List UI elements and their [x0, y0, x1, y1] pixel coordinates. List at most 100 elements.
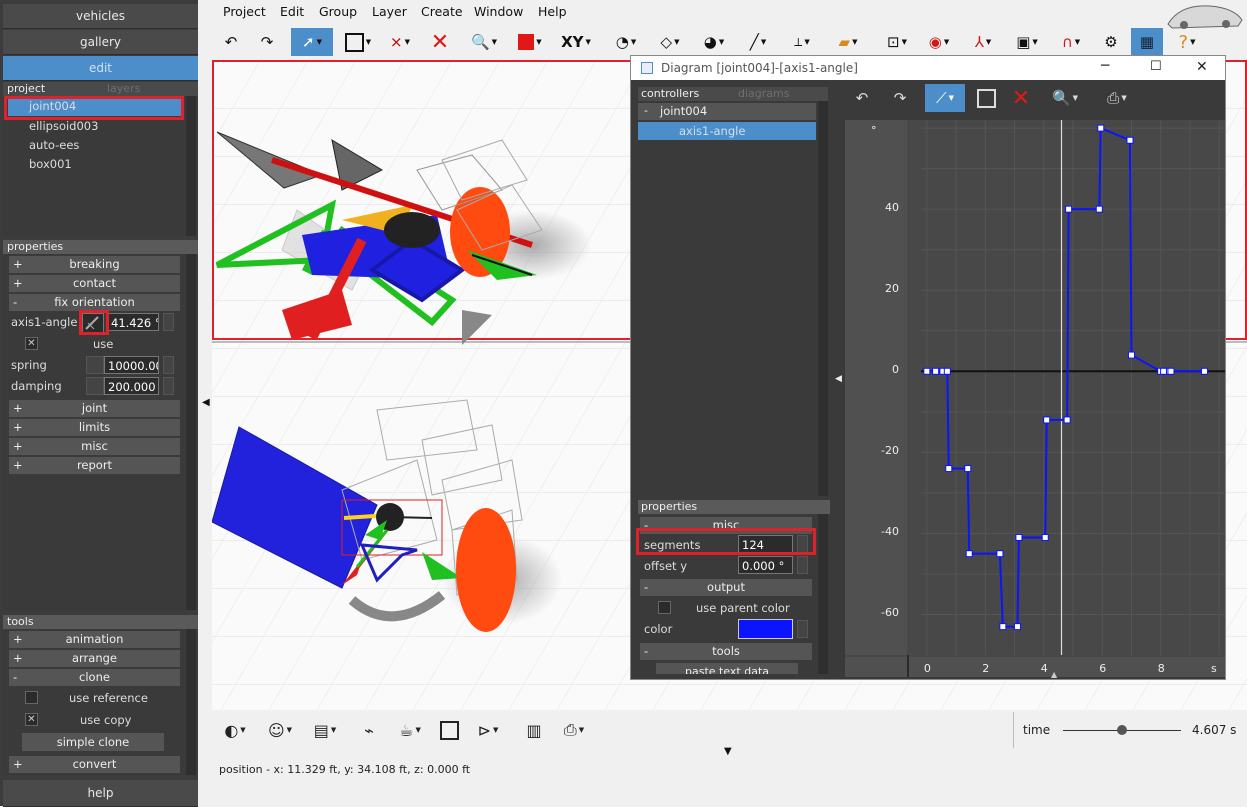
- time-marker-arrow-icon[interactable]: ▲: [1051, 670, 1057, 679]
- diagram-delete-icon[interactable]: ✕: [1007, 84, 1035, 112]
- paste-text-data-button[interactable]: paste text data: [656, 663, 798, 674]
- limits-row[interactable]: + limits: [9, 419, 180, 436]
- maximize-icon[interactable]: ☐: [1150, 55, 1162, 79]
- axes-icon[interactable]: ⅄ ▼: [966, 28, 1000, 56]
- offset-y-field[interactable]: 0.000 °: [738, 556, 793, 574]
- notes-icon[interactable]: ▥: [520, 716, 548, 744]
- convert-row[interactable]: + convert: [9, 756, 180, 773]
- use-parent-color-checkbox[interactable]: [658, 601, 671, 614]
- menu-layer[interactable]: Layer: [372, 4, 407, 19]
- expand-down-arrow-icon[interactable]: ▼: [724, 746, 732, 757]
- tree-row-axis1-angle[interactable]: axis1-angle: [638, 122, 816, 140]
- animation-row[interactable]: + animation: [9, 631, 180, 648]
- delete-icon[interactable]: ✕: [426, 28, 454, 56]
- diagram-draw-curve-icon[interactable]: ⟋ ▼: [925, 84, 965, 112]
- shape-icon[interactable]: ◇ ▼: [652, 28, 688, 56]
- use-checkbox[interactable]: ✕: [25, 337, 38, 350]
- camera-icon[interactable]: ▣ ▼: [1010, 28, 1044, 56]
- controllers-scrollbar[interactable]: [818, 101, 828, 496]
- remove-link-icon[interactable]: ⨯ ▼: [383, 28, 417, 56]
- square-icon[interactable]: [436, 716, 462, 744]
- splitter-arrow-icon[interactable]: ◀: [835, 374, 842, 384]
- properties-scrollbar[interactable]: [186, 254, 196, 610]
- diagram-print-icon[interactable]: ⎙ ▼: [1097, 84, 1137, 112]
- output-row[interactable]: - output: [640, 579, 812, 596]
- help-button[interactable]: help: [3, 780, 198, 807]
- time-slider-track[interactable]: [1063, 725, 1181, 735]
- dial-icon[interactable]: ◕ ▼: [696, 28, 732, 56]
- contact-row[interactable]: + contact: [9, 275, 180, 292]
- tab-project[interactable]: project: [7, 82, 45, 95]
- shading-icon[interactable]: ◐ ▼: [216, 716, 254, 744]
- collapse-left-arrow-icon[interactable]: ◀: [202, 397, 210, 408]
- color-swatch[interactable]: [738, 619, 793, 639]
- minimize-icon[interactable]: ─: [1101, 54, 1109, 78]
- report-row[interactable]: + report: [9, 457, 180, 474]
- axis1-angle-field[interactable]: 41.426 °: [107, 313, 159, 331]
- xy-plane-icon[interactable]: XY ▼: [556, 28, 596, 56]
- undo-icon[interactable]: ↶: [218, 28, 244, 56]
- menu-group[interactable]: Group: [319, 4, 357, 19]
- diagram-tools-row[interactable]: - tools: [640, 643, 812, 660]
- gallery-button[interactable]: gallery: [3, 30, 198, 55]
- spring-field[interactable]: 10000.000: [104, 356, 159, 374]
- diagram-properties-scrollbar[interactable]: [818, 514, 828, 674]
- menu-help[interactable]: Help: [538, 4, 567, 19]
- spring-spinner[interactable]: [163, 356, 174, 374]
- curve-editor-icon[interactable]: ⌁: [355, 716, 383, 744]
- color-spinner[interactable]: [797, 620, 808, 638]
- time-slider-thumb[interactable]: [1117, 725, 1127, 735]
- damping-controller-slot[interactable]: [86, 377, 104, 395]
- diagram-undo-icon[interactable]: ↶: [847, 84, 877, 112]
- arrange-row[interactable]: + arrange: [9, 650, 180, 667]
- project-item-auto-ees[interactable]: auto-ees: [29, 136, 79, 154]
- vehicles-button[interactable]: vehicles: [3, 4, 198, 29]
- diagram-zoom-icon[interactable]: 🔍 ▼: [1045, 84, 1085, 112]
- tab-layers[interactable]: layers: [107, 82, 140, 95]
- tools-scrollbar[interactable]: [186, 629, 196, 775]
- tree-row-joint004[interactable]: - joint004: [638, 103, 816, 120]
- edit-button[interactable]: edit: [3, 56, 198, 81]
- offset-y-spinner[interactable]: [797, 556, 808, 574]
- layout-icon[interactable]: ▤ ▼: [306, 716, 344, 744]
- menu-create[interactable]: Create: [421, 4, 463, 19]
- simple-clone-button[interactable]: simple clone: [22, 733, 164, 751]
- damping-spinner[interactable]: [163, 377, 174, 395]
- project-item-box001[interactable]: box001: [29, 155, 72, 173]
- menu-window[interactable]: Window: [474, 4, 523, 19]
- red-cube-icon[interactable]: ▼: [512, 28, 548, 56]
- fix-orientation-row[interactable]: - fix orientation: [9, 294, 180, 311]
- clone-row[interactable]: - clone: [9, 669, 180, 686]
- menu-project[interactable]: Project: [223, 4, 266, 19]
- line-icon[interactable]: ╱ ▼: [740, 28, 776, 56]
- tab-diagrams[interactable]: diagrams: [738, 87, 789, 100]
- use-reference-checkbox[interactable]: [25, 691, 38, 704]
- breaking-row[interactable]: + breaking: [9, 256, 180, 273]
- diagram-plot[interactable]: [921, 120, 1225, 655]
- misc-row[interactable]: + misc: [9, 438, 180, 455]
- damping-field[interactable]: 200.000 N: [104, 377, 159, 395]
- help-circle-icon[interactable]: ? ▼: [1170, 28, 1204, 56]
- point-icon[interactable]: ⊡ ▼: [880, 28, 914, 56]
- teapot-icon[interactable]: ☕ ▼: [390, 716, 430, 744]
- target-icon[interactable]: ◉ ▼: [922, 28, 956, 56]
- grid-icon[interactable]: ▦: [1131, 28, 1163, 56]
- joint-row[interactable]: + joint: [9, 400, 180, 417]
- tab-controllers[interactable]: controllers: [641, 87, 699, 100]
- rect-select-icon[interactable]: ▼: [340, 28, 376, 56]
- project-scrollbar[interactable]: [186, 96, 196, 236]
- redo-icon[interactable]: ↷: [254, 28, 280, 56]
- gauge-icon[interactable]: ◔ ▼: [608, 28, 644, 56]
- zoom-icon[interactable]: 🔍 ▼: [466, 28, 502, 56]
- settings-gear-icon[interactable]: ⚙: [1096, 28, 1126, 56]
- select-arrow-icon[interactable]: ➚ ▼: [291, 28, 333, 56]
- diagram-rect-select-icon[interactable]: [973, 84, 999, 112]
- measure-icon[interactable]: ⟂ ▼: [784, 28, 820, 56]
- diagram-redo-icon[interactable]: ↷: [885, 84, 915, 112]
- material-icon[interactable]: ▰ ▼: [830, 28, 866, 56]
- menu-edit[interactable]: Edit: [280, 4, 304, 19]
- use-copy-checkbox[interactable]: ✕: [25, 713, 38, 726]
- spring-controller-slot[interactable]: [86, 356, 104, 374]
- axis1-angle-spinner[interactable]: [163, 313, 174, 331]
- print-icon[interactable]: ⎙ ▼: [554, 716, 594, 744]
